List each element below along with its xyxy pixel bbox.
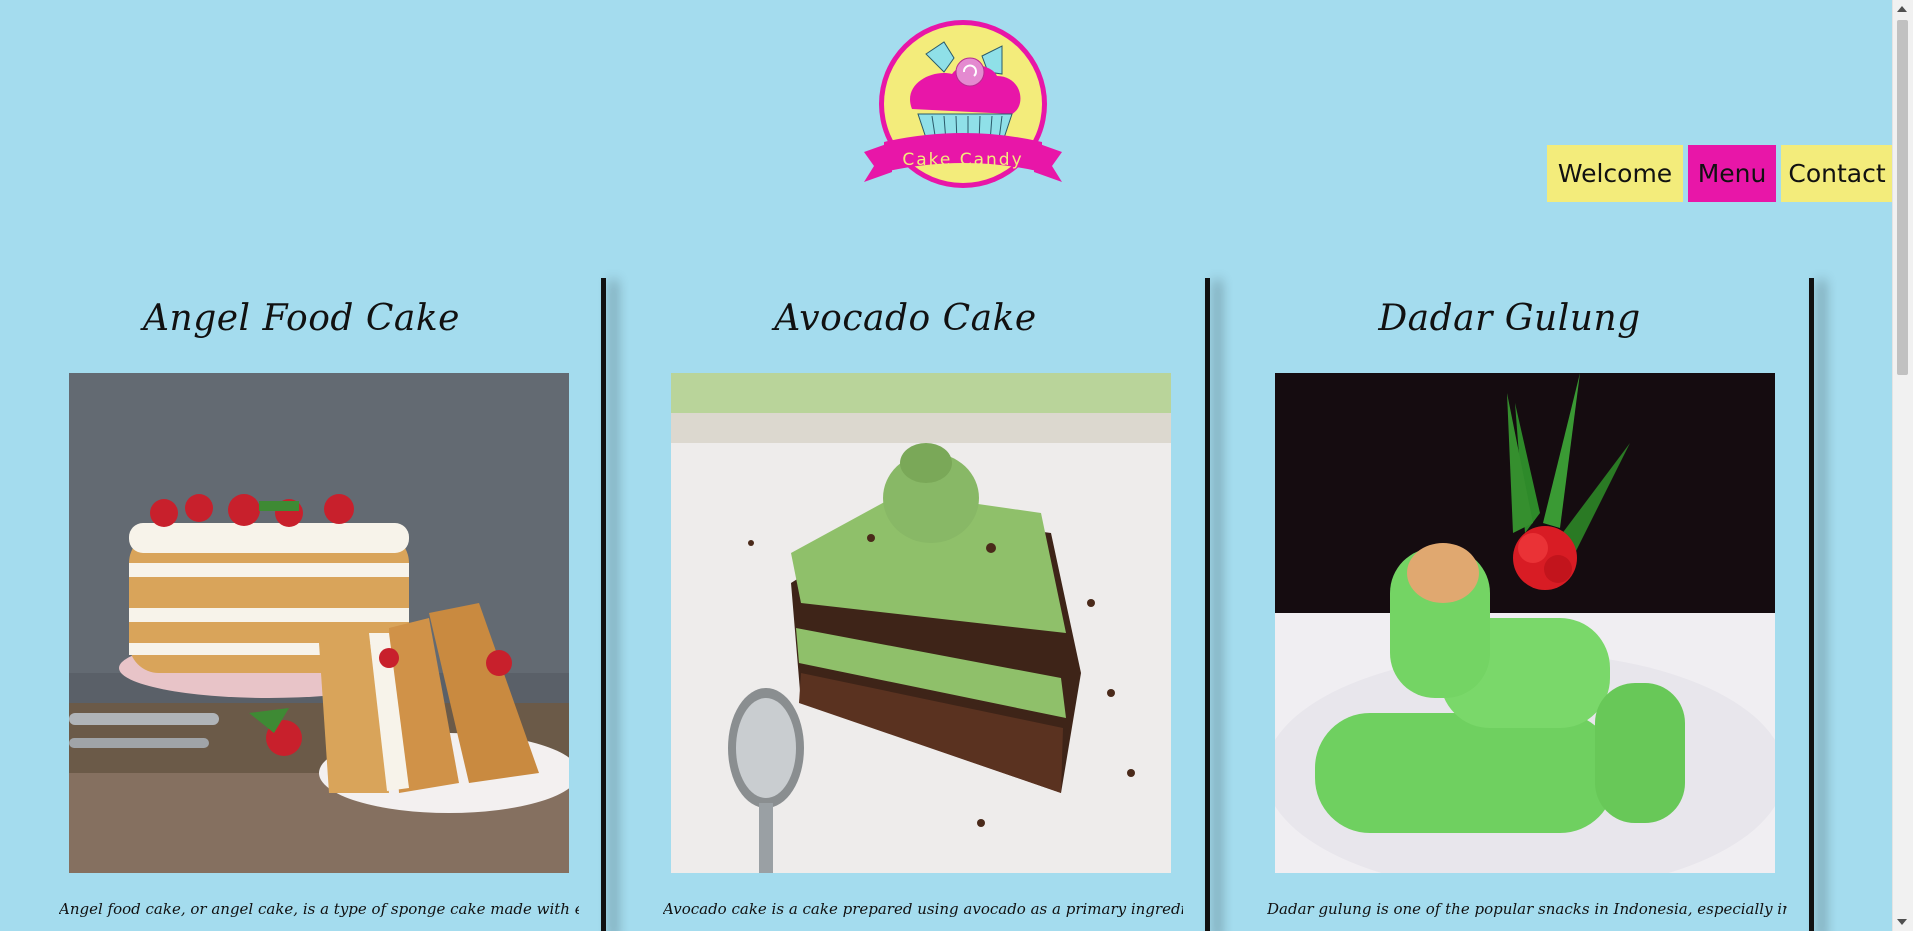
logo-text: Cake Candy	[902, 150, 1023, 170]
card-title: Dadar Gulung	[1378, 298, 1641, 339]
angel-food-cake-photo	[69, 373, 569, 873]
card-description: Avocado cake is a cake prepared using av…	[663, 900, 1183, 918]
avocado-cake-photo	[671, 373, 1171, 873]
card-dadar-gulung: Dadar Gulung Dadar gulung is one of the …	[1208, 278, 1811, 931]
card-description: Dadar gulung is one of the popular snack…	[1267, 900, 1787, 918]
main-nav: Welcome Menu Contact	[1547, 145, 1893, 202]
cake-candy-logo[interactable]: Cake Candy	[852, 14, 1074, 196]
nav-menu[interactable]: Menu	[1688, 145, 1776, 202]
card-description: Angel food cake, or angel cake, is a typ…	[59, 900, 579, 918]
card-avocado-cake: Avocado Cake Avocado cake is a cake prep…	[604, 278, 1207, 931]
dadar-gulung-photo	[1275, 373, 1775, 873]
scroll-down-icon[interactable]	[1897, 919, 1907, 925]
nav-contact[interactable]: Contact	[1781, 145, 1893, 202]
page-scrollbar[interactable]	[1892, 0, 1913, 931]
scroll-up-icon[interactable]	[1897, 6, 1907, 12]
cake-cards: Angel Food Cake Angel food cake, or ange…	[0, 278, 1893, 931]
page: Cake Candy Welcome Menu Contact Angel Fo…	[0, 0, 1893, 931]
card-divider	[1809, 278, 1814, 931]
card-title: Avocado Cake	[774, 298, 1037, 339]
card-title: Angel Food Cake	[143, 298, 460, 339]
scroll-thumb[interactable]	[1897, 20, 1908, 375]
card-angel-food-cake: Angel Food Cake Angel food cake, or ange…	[0, 278, 603, 931]
nav-welcome[interactable]: Welcome	[1547, 145, 1683, 202]
